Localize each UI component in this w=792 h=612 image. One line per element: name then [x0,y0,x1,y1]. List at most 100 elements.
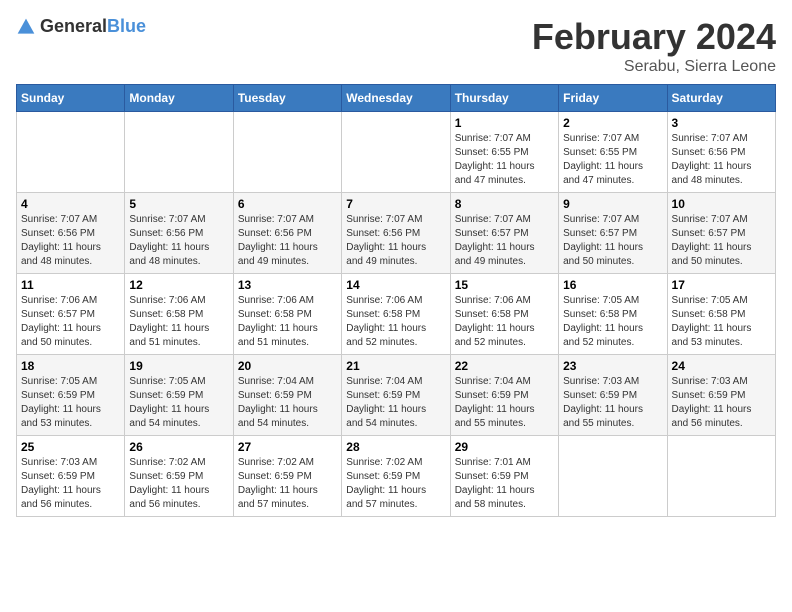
day-number: 8 [455,197,554,211]
day-info: Sunrise: 7:07 AM Sunset: 6:57 PM Dayligh… [455,213,554,269]
calendar-cell: 2 Sunrise: 7:07 AM Sunset: 6:55 PM Daylig… [559,112,667,193]
calendar-cell: 22 Sunrise: 7:04 AM Sunset: 6:59 PM Dayli… [450,355,558,436]
day-number: 25 [21,440,120,454]
day-number: 5 [129,197,228,211]
day-number: 11 [21,278,120,292]
day-number: 6 [238,197,337,211]
calendar-cell: 15 Sunrise: 7:06 AM Sunset: 6:58 PM Dayli… [450,274,558,355]
day-number: 20 [238,359,337,373]
calendar-week-row: 4 Sunrise: 7:07 AM Sunset: 6:56 PM Daylig… [17,193,776,274]
calendar-cell: 1 Sunrise: 7:07 AM Sunset: 6:55 PM Daylig… [450,112,558,193]
calendar-cell: 28 Sunrise: 7:02 AM Sunset: 6:59 PM Dayli… [342,436,450,517]
calendar-cell: 3 Sunrise: 7:07 AM Sunset: 6:56 PM Daylig… [667,112,775,193]
day-info: Sunrise: 7:07 AM Sunset: 6:56 PM Dayligh… [672,132,771,188]
calendar-cell: 21 Sunrise: 7:04 AM Sunset: 6:59 PM Dayli… [342,355,450,436]
day-number: 28 [346,440,445,454]
day-info: Sunrise: 7:07 AM Sunset: 6:56 PM Dayligh… [238,213,337,269]
day-info: Sunrise: 7:07 AM Sunset: 6:56 PM Dayligh… [21,213,120,269]
calendar-cell: 13 Sunrise: 7:06 AM Sunset: 6:58 PM Dayli… [233,274,341,355]
weekday-header: Tuesday [233,85,341,112]
calendar-cell: 18Sunrise: 7:05 AM Sunset: 6:59 PM Dayli… [17,355,125,436]
day-number: 19 [129,359,228,373]
day-number: 3 [672,116,771,130]
calendar-cell: 19 Sunrise: 7:05 AM Sunset: 6:59 PM Dayli… [125,355,233,436]
header: GeneralBlue February 2024 Serabu, Sierra… [16,16,776,76]
weekday-header: Sunday [17,85,125,112]
calendar-table: SundayMondayTuesdayWednesdayThursdayFrid… [16,84,776,517]
day-info: Sunrise: 7:05 AM Sunset: 6:59 PM Dayligh… [129,375,228,431]
day-info: Sunrise: 7:07 AM Sunset: 6:55 PM Dayligh… [563,132,662,188]
calendar-cell: 8 Sunrise: 7:07 AM Sunset: 6:57 PM Daylig… [450,193,558,274]
logo-general-text: General [40,16,107,36]
calendar-week-row: 11Sunrise: 7:06 AM Sunset: 6:57 PM Dayli… [17,274,776,355]
day-info: Sunrise: 7:07 AM Sunset: 6:57 PM Dayligh… [672,213,771,269]
calendar-week-row: 25 Sunrise: 7:03 AM Sunset: 6:59 PM Dayli… [17,436,776,517]
day-info: Sunrise: 7:02 AM Sunset: 6:59 PM Dayligh… [129,456,228,512]
day-number: 7 [346,197,445,211]
day-number: 21 [346,359,445,373]
weekday-header: Friday [559,85,667,112]
day-info: Sunrise: 7:06 AM Sunset: 6:58 PM Dayligh… [455,294,554,350]
day-info: Sunrise: 7:03 AM Sunset: 6:59 PM Dayligh… [21,456,120,512]
calendar-cell: 16Sunrise: 7:05 AM Sunset: 6:58 PM Dayli… [559,274,667,355]
calendar-cell: 12 Sunrise: 7:06 AM Sunset: 6:58 PM Dayli… [125,274,233,355]
calendar-cell: 25 Sunrise: 7:03 AM Sunset: 6:59 PM Dayli… [17,436,125,517]
weekday-header: Wednesday [342,85,450,112]
day-number: 17 [672,278,771,292]
title-area: February 2024 Serabu, Sierra Leone [532,16,776,76]
day-info: Sunrise: 7:02 AM Sunset: 6:59 PM Dayligh… [238,456,337,512]
day-number: 22 [455,359,554,373]
day-number: 12 [129,278,228,292]
calendar-cell: 10 Sunrise: 7:07 AM Sunset: 6:57 PM Dayli… [667,193,775,274]
calendar-cell: 9 Sunrise: 7:07 AM Sunset: 6:57 PM Daylig… [559,193,667,274]
day-info: Sunrise: 7:02 AM Sunset: 6:59 PM Dayligh… [346,456,445,512]
day-info: Sunrise: 7:01 AM Sunset: 6:59 PM Dayligh… [455,456,554,512]
day-number: 16 [563,278,662,292]
day-number: 2 [563,116,662,130]
day-info: Sunrise: 7:05 AM Sunset: 6:58 PM Dayligh… [672,294,771,350]
calendar-subtitle: Serabu, Sierra Leone [532,58,776,76]
day-info: Sunrise: 7:06 AM Sunset: 6:58 PM Dayligh… [129,294,228,350]
day-info: Sunrise: 7:04 AM Sunset: 6:59 PM Dayligh… [455,375,554,431]
day-number: 26 [129,440,228,454]
day-info: Sunrise: 7:03 AM Sunset: 6:59 PM Dayligh… [563,375,662,431]
calendar-cell: 26 Sunrise: 7:02 AM Sunset: 6:59 PM Dayli… [125,436,233,517]
day-number: 27 [238,440,337,454]
day-info: Sunrise: 7:04 AM Sunset: 6:59 PM Dayligh… [346,375,445,431]
calendar-week-row: 18 Sunrise: 7:05 AM Sunset: 6:59 PM Dayli… [17,355,776,436]
day-info: Sunrise: 7:04 AM Sunset: 6:59 PM Dayligh… [238,375,337,431]
day-number: 18 [21,359,120,373]
logo-wordmark: GeneralBlue [40,16,146,37]
calendar-cell: 14 Sunrise: 7:06 AM Sunset: 6:58 PM Dayli… [342,274,450,355]
day-info: Sunrise: 7:07 AM Sunset: 6:57 PM Dayligh… [563,213,662,269]
weekday-header: Saturday [667,85,775,112]
day-number: 14 [346,278,445,292]
calendar-cell [125,112,233,193]
day-info: Sunrise: 7:07 AM Sunset: 6:55 PM Dayligh… [455,132,554,188]
day-info: Sunrise: 7:06 AM Sunset: 6:58 PM Dayligh… [238,294,337,350]
logo-icon [16,17,36,37]
day-number: 29 [455,440,554,454]
calendar-cell: 27 Sunrise: 7:02 AM Sunset: 6:59 PM Dayli… [233,436,341,517]
calendar-cell: 11Sunrise: 7:06 AM Sunset: 6:57 PM Dayli… [17,274,125,355]
day-info: Sunrise: 7:07 AM Sunset: 6:56 PM Dayligh… [346,213,445,269]
calendar-cell: 6 Sunrise: 7:07 AM Sunset: 6:56 PM Daylig… [233,193,341,274]
day-number: 23 [563,359,662,373]
day-number: 13 [238,278,337,292]
calendar-cell: 4 Sunrise: 7:07 AM Sunset: 6:56 PM Daylig… [17,193,125,274]
calendar-week-row: 1 Sunrise: 7:07 AM Sunset: 6:55 PM Daylig… [17,112,776,193]
day-info: Sunrise: 7:06 AM Sunset: 6:58 PM Dayligh… [346,294,445,350]
weekday-header: Thursday [450,85,558,112]
calendar-cell [342,112,450,193]
day-number: 15 [455,278,554,292]
calendar-cell: 7 Sunrise: 7:07 AM Sunset: 6:56 PM Daylig… [342,193,450,274]
calendar-cell: 17 Sunrise: 7:05 AM Sunset: 6:58 PM Dayli… [667,274,775,355]
day-number: 10 [672,197,771,211]
calendar-cell [233,112,341,193]
calendar-cell [559,436,667,517]
day-number: 4 [21,197,120,211]
day-number: 9 [563,197,662,211]
logo-blue-text: Blue [107,16,146,36]
day-number: 1 [455,116,554,130]
day-info: Sunrise: 7:03 AM Sunset: 6:59 PM Dayligh… [672,375,771,431]
